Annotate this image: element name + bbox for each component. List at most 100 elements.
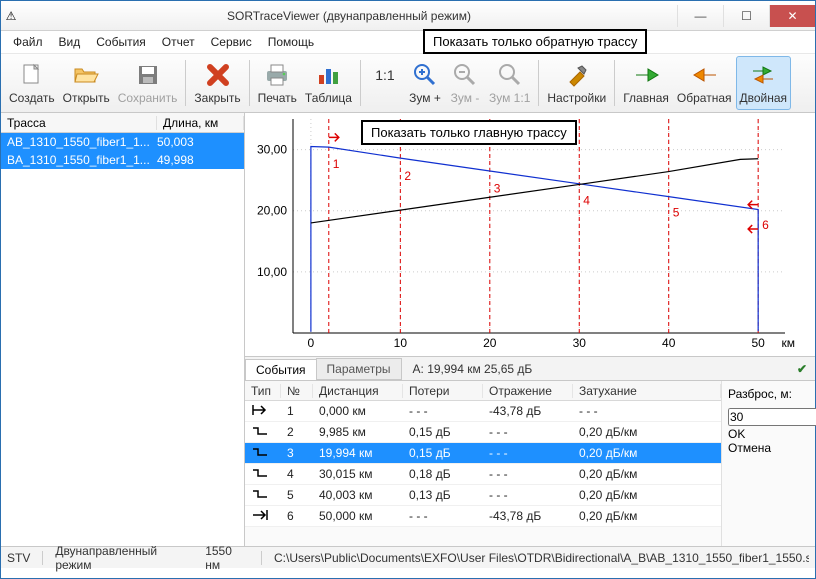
ok-button[interactable]: OK <box>728 427 809 441</box>
spread-input[interactable] <box>728 408 816 426</box>
app-icon: ⚠ <box>1 9 21 23</box>
status-path: C:\Users\Public\Documents\EXFO\User File… <box>274 551 809 565</box>
event-num: 2 <box>281 425 313 439</box>
close-button[interactable]: ✕ <box>769 5 815 27</box>
event-row[interactable]: 4 30,015 км 0,18 дБ - - - 0,20 дБ/км <box>245 464 721 485</box>
event-type-icon <box>245 445 281 462</box>
event-num: 3 <box>281 446 313 460</box>
barchart-icon <box>314 61 342 89</box>
event-loss: 0,13 дБ <box>403 488 483 502</box>
titlebar: ⚠ SORTraceViewer (двунаправленный режим)… <box>1 1 815 31</box>
check-icon[interactable]: ✔ <box>797 362 815 376</box>
event-dist: 19,994 км <box>313 446 403 460</box>
svg-text:0: 0 <box>308 336 315 350</box>
create-button[interactable]: Создать <box>5 56 59 110</box>
open-button[interactable]: Открыть <box>59 56 114 110</box>
trace-list-header: Трасса Длина, км <box>1 113 244 133</box>
event-refl: -43,78 дБ <box>483 404 573 418</box>
trace-row[interactable]: BA_1310_1550_fiber1_1...49,998 <box>1 151 244 169</box>
callout-back-only: Показать только обратную трассу <box>423 29 647 54</box>
tab-events[interactable]: События <box>245 359 317 380</box>
minimize-button[interactable]: — <box>677 5 723 27</box>
event-row[interactable]: 6 50,000 км - - - -43,78 дБ 0,20 дБ/км <box>245 506 721 527</box>
event-loss: - - - <box>403 404 483 418</box>
zoom-out-button[interactable]: Зум - <box>445 56 485 110</box>
svg-text:1: 1 <box>333 157 340 171</box>
col-trace[interactable]: Трасса <box>1 116 157 130</box>
event-row[interactable]: 1 0,000 км - - - -43,78 дБ - - - <box>245 401 721 422</box>
close-trace-button[interactable]: Закрыть <box>190 56 244 110</box>
event-row[interactable]: 5 40,003 км 0,13 дБ - - - 0,20 дБ/км <box>245 485 721 506</box>
event-dist: 9,985 км <box>313 425 403 439</box>
event-loss: 0,18 дБ <box>403 467 483 481</box>
col-dist[interactable]: Дистанция <box>313 384 403 398</box>
col-type[interactable]: Тип <box>245 384 281 398</box>
menu-service[interactable]: Сервис <box>205 33 258 51</box>
event-num: 1 <box>281 404 313 418</box>
event-refl: - - - <box>483 488 573 502</box>
svg-text:20,00: 20,00 <box>257 204 287 218</box>
menu-help[interactable]: Помощь <box>262 33 320 51</box>
folder-open-icon <box>72 61 100 89</box>
close-x-icon <box>204 61 232 89</box>
event-row[interactable]: 2 9,985 км 0,15 дБ - - - 0,20 дБ/км <box>245 422 721 443</box>
zoom-out-icon <box>451 61 479 89</box>
svg-text:10,00: 10,00 <box>257 265 287 279</box>
event-row[interactable]: 3 19,994 км 0,15 дБ - - - 0,20 дБ/км <box>245 443 721 464</box>
svg-text:40: 40 <box>662 336 676 350</box>
back-trace-button[interactable]: Обратная <box>673 56 736 110</box>
col-att[interactable]: Затухание <box>573 384 721 398</box>
event-loss: 0,15 дБ <box>403 425 483 439</box>
event-table-header: Тип № Дистанция Потери Отражение Затухан… <box>245 381 721 401</box>
col-refl[interactable]: Отражение <box>483 384 573 398</box>
cancel-button[interactable]: Отмена <box>728 441 809 455</box>
trace-list-panel: Трасса Длина, км AB_1310_1550_fiber1_1..… <box>1 113 245 546</box>
event-dist: 30,015 км <box>313 467 403 481</box>
dual-trace-button[interactable]: Двойная <box>736 56 792 110</box>
event-dist: 50,000 км <box>313 509 403 523</box>
event-type-icon <box>245 487 281 504</box>
event-dist: 40,003 км <box>313 488 403 502</box>
trace-row[interactable]: AB_1310_1550_fiber1_1...50,003 <box>1 133 244 151</box>
settings-button[interactable]: Настройки <box>543 56 610 110</box>
spread-spinner[interactable]: ▲▼ <box>728 407 816 427</box>
event-refl: - - - <box>483 446 573 460</box>
menu-report[interactable]: Отчет <box>156 33 201 51</box>
menu-view[interactable]: Вид <box>53 33 87 51</box>
statusbar: STV Двунаправленный режим 1550 нм C:\Use… <box>1 546 815 568</box>
tab-params[interactable]: Параметры <box>316 358 402 380</box>
main-area: Трасса Длина, км AB_1310_1550_fiber1_1..… <box>1 113 815 546</box>
toolbar: Создать Открыть Сохранить Закрыть Печать… <box>1 53 815 113</box>
trace-name: BA_1310_1550_fiber1_1... <box>7 153 157 167</box>
event-tabs: События Параметры A: 19,994 км 25,65 дБ … <box>245 357 815 381</box>
separator <box>185 60 186 106</box>
col-loss[interactable]: Потери <box>403 384 483 398</box>
print-button[interactable]: Печать <box>254 56 301 110</box>
zoom-reset-icon <box>496 61 524 89</box>
chart-area[interactable]: 01020304050км10,0020,0030,00123456 <box>245 113 815 357</box>
event-type-icon <box>245 424 281 441</box>
event-att: 0,20 дБ/км <box>573 425 721 439</box>
trace-name: AB_1310_1550_fiber1_1... <box>7 135 157 149</box>
menu-events[interactable]: События <box>90 33 152 51</box>
trace-len: 49,998 <box>157 153 238 167</box>
col-length[interactable]: Длина, км <box>157 116 244 130</box>
event-refl: - - - <box>483 467 573 481</box>
event-type-icon <box>245 466 281 483</box>
save-button[interactable]: Сохранить <box>114 56 182 110</box>
main-trace-button[interactable]: Главная <box>619 56 673 110</box>
scale-11-button[interactable]: 1:1 <box>365 56 405 110</box>
col-num[interactable]: № <box>281 384 313 398</box>
window-title: SORTraceViewer (двунаправленный режим) <box>21 9 677 23</box>
separator <box>614 60 615 106</box>
zoom-in-button[interactable]: Зум + <box>405 56 445 110</box>
event-refl: -43,78 дБ <box>483 509 573 523</box>
event-att: - - - <box>573 404 721 418</box>
svg-text:5: 5 <box>673 206 680 220</box>
maximize-button[interactable]: ☐ <box>723 5 769 27</box>
table-button[interactable]: Таблица <box>301 56 356 110</box>
svg-text:6: 6 <box>762 218 769 232</box>
status-mode: Двунаправленный режим <box>55 544 193 572</box>
menu-file[interactable]: Файл <box>7 33 49 51</box>
zoom-reset-button[interactable]: Зум 1:1 <box>485 56 534 110</box>
